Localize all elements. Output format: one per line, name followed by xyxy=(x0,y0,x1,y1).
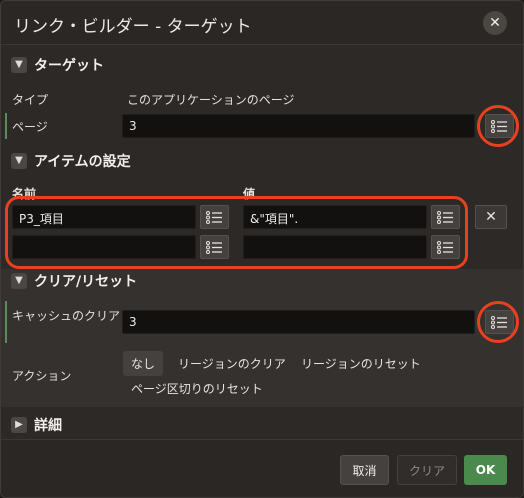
chevron-down-icon: ▼ xyxy=(11,57,27,73)
page-label: ページ xyxy=(12,120,48,134)
cancel-button[interactable]: 取消 xyxy=(340,455,389,485)
item-value-list-button[interactable] xyxy=(431,205,460,229)
chevron-down-icon: ▼ xyxy=(11,273,27,289)
section-clear-header[interactable]: ▼ クリア/リセット xyxy=(1,267,523,295)
section-items-title: アイテムの設定 xyxy=(34,154,131,170)
section-clear-title: クリア/リセット xyxy=(34,274,138,290)
section-details-header[interactable]: ▶ 詳細 xyxy=(1,411,523,439)
item-name-list-button[interactable] xyxy=(200,205,229,229)
item-value-input-2[interactable] xyxy=(243,235,427,259)
list-icon xyxy=(491,119,507,133)
close-icon: ✕ xyxy=(485,209,497,225)
list-icon xyxy=(491,315,507,329)
action-option-none[interactable]: なし xyxy=(123,351,164,376)
list-icon xyxy=(206,240,222,254)
item-value-list-button-2[interactable] xyxy=(431,235,460,259)
link-builder-dialog: リンク・ビルダー - ターゲット ✕ ▼ ターゲット タイプ このアプリケーショ… xyxy=(0,0,524,498)
item-name-input[interactable]: P3_項目 xyxy=(12,205,196,229)
list-icon xyxy=(437,240,453,254)
ok-button[interactable]: OK xyxy=(464,455,507,485)
dialog-title: リンク・ビルダー - ターゲット xyxy=(14,17,252,37)
close-button[interactable]: ✕ xyxy=(483,11,507,35)
action-option-reset-region[interactable]: リージョンのリセット xyxy=(293,351,429,376)
section-items-header[interactable]: ▼ アイテムの設定 xyxy=(1,147,523,175)
section-details-title: 詳細 xyxy=(34,418,62,434)
item-name-input-2[interactable] xyxy=(12,235,196,259)
type-value: このアプリケーションのページ xyxy=(127,93,295,107)
remove-row-button[interactable]: ✕ xyxy=(475,205,507,229)
clear-button[interactable]: クリア xyxy=(397,455,457,485)
close-icon: ✕ xyxy=(489,15,501,31)
action-option-reset-pagination[interactable]: ページ区切りのリセット xyxy=(123,376,271,401)
page-list-button[interactable] xyxy=(485,114,514,138)
list-icon xyxy=(206,210,222,224)
action-label: アクション xyxy=(12,369,72,383)
item-name-list-button-2[interactable] xyxy=(200,235,229,259)
list-icon xyxy=(437,210,453,224)
cache-clear-label: キャッシュのクリア xyxy=(12,309,121,323)
cache-clear-list-button[interactable] xyxy=(485,310,514,334)
dialog-titlebar: リンク・ビルダー - ターゲット ✕ xyxy=(1,1,523,45)
required-indicator xyxy=(5,301,7,343)
action-option-clear-region[interactable]: リージョンのクリア xyxy=(170,351,294,376)
value-column-label: 値 xyxy=(243,187,256,201)
chevron-down-icon: ▼ xyxy=(11,153,27,169)
section-target-title: ターゲット xyxy=(34,58,104,74)
cache-clear-input[interactable]: 3 xyxy=(122,310,475,334)
chevron-right-icon: ▶ xyxy=(11,417,27,433)
dialog-footer: 取消 クリア OK xyxy=(1,439,523,497)
item-value-input[interactable]: &"項目". xyxy=(243,205,427,229)
name-column-label: 名前 xyxy=(12,187,37,201)
section-target-header[interactable]: ▼ ターゲット xyxy=(1,51,523,79)
required-indicator xyxy=(5,113,7,139)
page-input[interactable]: 3 xyxy=(122,114,475,138)
type-label: タイプ xyxy=(12,93,49,107)
